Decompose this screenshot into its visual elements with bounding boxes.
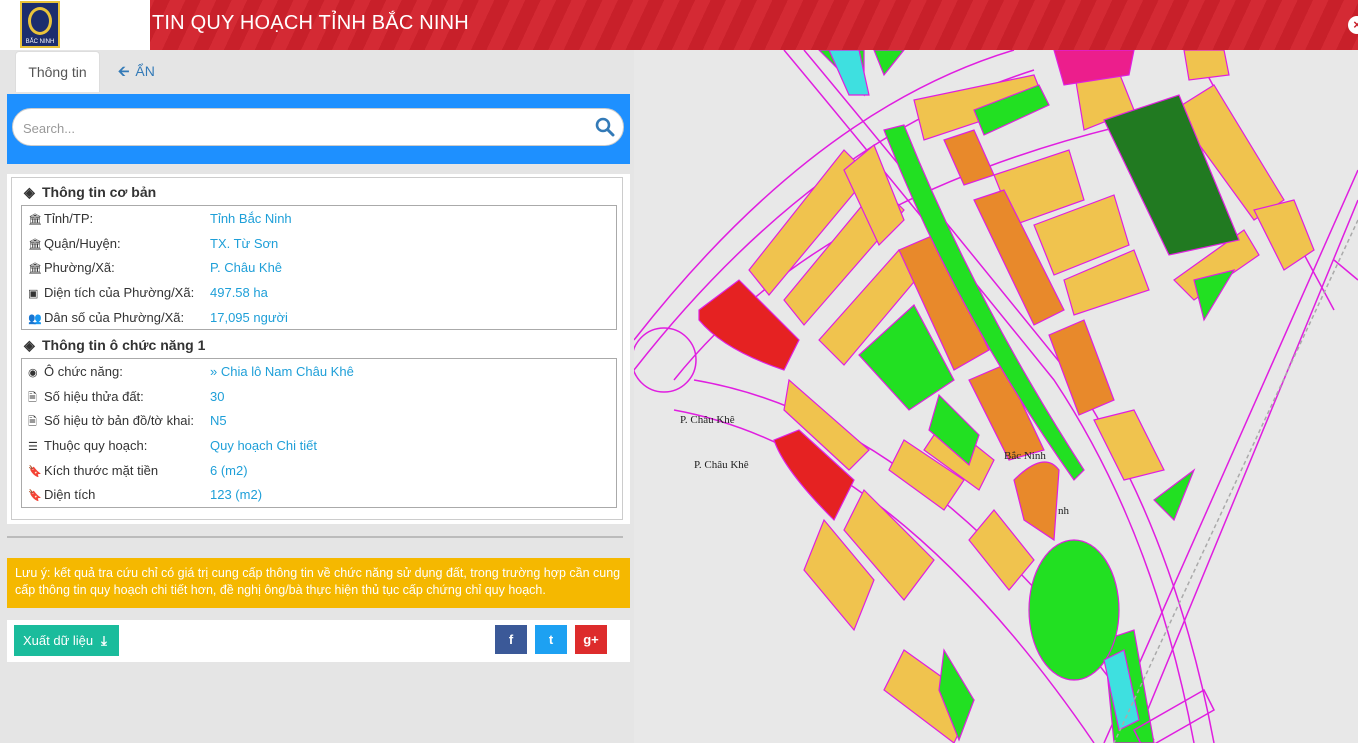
basic-info-key: Phường/Xã:: [44, 260, 115, 276]
plot-info-key: Thuộc quy hoạch:: [44, 438, 148, 454]
plot-info-row: 🔖 Kích thước mặt tiền 6 (m2): [22, 458, 616, 483]
plot-info-value[interactable]: » Chia lô Nam Châu Khê: [210, 364, 354, 379]
area-icon: ▣: [28, 288, 39, 301]
basic-info-title: ◈ Thông tin cơ bản: [24, 184, 157, 200]
basic-info-value[interactable]: TX. Từ Sơn: [210, 236, 278, 251]
google-plus-share-button[interactable]: g+: [575, 625, 607, 654]
plot-info-value[interactable]: 30: [210, 389, 224, 404]
basic-info-key: Diện tích của Phường/Xã:: [44, 285, 195, 301]
plot-info-value[interactable]: Quy hoạch Chi tiết: [210, 438, 317, 453]
facebook-share-button[interactable]: f: [495, 625, 527, 654]
plot-info-row: ◉ Ô chức năng: » Chia lô Nam Châu Khê: [22, 359, 616, 384]
search-box: [12, 108, 624, 146]
basic-info-row: 🏛 Phường/Xã: P. Châu Khê: [22, 255, 616, 280]
action-bar: Xuất dữ liệu ⤓ f t g+: [7, 620, 630, 662]
basic-info-key: Tỉnh/TP:: [44, 211, 94, 226]
basic-info-row: 👥 Dân số của Phường/Xã: 17,095 người: [22, 305, 616, 330]
disclaimer-note: Lưu ý: kết quả tra cứu chỉ có giá trị cu…: [7, 558, 630, 608]
basic-info-value[interactable]: P. Châu Khê: [210, 260, 282, 275]
bank-icon: 🏛: [28, 214, 42, 226]
tags-icon: ◈: [24, 337, 35, 353]
basic-info-table: 🏛 Tỉnh/TP: Tỉnh Bắc Ninh 🏛 Quận/Huyện: TX. Từ…: [21, 205, 617, 331]
users-icon: 👥: [28, 312, 42, 325]
bookmark-icon: 🔖: [28, 465, 42, 478]
planning-map[interactable]: P. Châu Khê P. Châu Khê Bắc Ninh nh: [634, 50, 1358, 743]
export-data-button[interactable]: Xuất dữ liệu ⤓: [14, 625, 119, 656]
tags-icon: ◈: [24, 184, 35, 200]
file-icon: 🗎: [28, 391, 37, 404]
plot-info-key: Số hiệu tờ bản đồ/tờ khai:: [44, 413, 195, 429]
basic-info-row: 🏛 Quận/Huyện: TX. Từ Sơn: [22, 231, 616, 256]
plot-info-row: 🗎 Số hiệu thửa đất: 30: [22, 384, 616, 409]
plot-info-key: Số hiệu thửa đất:: [44, 388, 144, 404]
list-icon: ☰: [28, 441, 38, 454]
logo-area: BẮC NINH: [0, 0, 150, 50]
twitter-share-button[interactable]: t: [535, 625, 567, 654]
boundary-line: [1113, 219, 1358, 743]
info-panel: Thông tin 🡨ẨN ◈Thông tin cơ bản 🏛Tỉnh/TP…: [0, 50, 634, 743]
bank-icon: 🏛: [28, 238, 42, 251]
plot-info-key: Ô chức năng:: [44, 364, 123, 379]
lots: [698, 50, 1315, 743]
plot-info-table: ◉ Ô chức năng: » Chia lô Nam Châu Khê 🗎 Số h…: [21, 358, 617, 509]
basic-info-value[interactable]: 497.58 ha: [210, 285, 268, 300]
basic-info-key: Dân số của Phường/Xã:: [44, 309, 185, 325]
globe-icon: ◉: [28, 367, 38, 379]
app-title: TIN QUY HOẠCH TỈNH BẮC NINH: [152, 12, 469, 34]
plot-info-row: 🔖 Diện tích 123 (m2): [22, 482, 616, 507]
basic-info-key: Quận/Huyện:: [44, 235, 121, 251]
arrow-left-icon: 🡨: [118, 63, 130, 79]
bac-ninh-logo[interactable]: BẮC NINH: [20, 1, 60, 48]
plot-info-key: Diện tích: [44, 487, 96, 503]
download-icon: ⤓: [101, 633, 107, 648]
map-canvas[interactable]: [634, 50, 1358, 743]
basic-info-row: 🏛 Tỉnh/TP: Tỉnh Bắc Ninh: [22, 206, 616, 231]
basic-info-value[interactable]: Tỉnh Bắc Ninh: [210, 211, 292, 226]
bookmark-icon: 🔖: [28, 490, 42, 503]
plot-info-key: Kích thước mặt tiền: [44, 462, 159, 478]
file-icon: 🗎: [28, 416, 37, 429]
logo-text: BẮC NINH: [25, 39, 55, 45]
bank-icon: 🏛: [28, 263, 42, 276]
plot-info-value[interactable]: N5: [210, 413, 227, 428]
plot-info-value[interactable]: 123 (m2): [210, 487, 262, 502]
info-card: ◈ Thông tin cơ bản 🏛 Tỉnh/TP: Tỉnh Bắc Ninh…: [7, 174, 630, 524]
plot-info-value[interactable]: 6 (m2): [210, 463, 248, 478]
map-label-chau-khe-2: P. Châu Khê: [694, 459, 749, 471]
plot-info-row: ☰ Thuộc quy hoạch: Quy hoạch Chi tiết: [22, 433, 616, 458]
basic-info-row: ▣ Diện tích của Phường/Xã: 497.58 ha: [22, 280, 616, 305]
map-label-bac-ninh: Bắc Ninh: [1004, 450, 1046, 462]
map-label-chau-khe-1: P. Châu Khê: [680, 414, 735, 426]
logo-emblem-icon: [28, 7, 52, 35]
search-bar: [7, 94, 630, 164]
search-icon[interactable]: [595, 117, 615, 137]
plot-info-title: ◈ Thông tin ô chức năng 1: [24, 337, 206, 353]
search-input[interactable]: [23, 117, 583, 139]
close-icon[interactable]: ×: [1348, 16, 1358, 34]
map-label-partial: nh: [1058, 505, 1069, 517]
plot-info-row: 🗎 Số hiệu tờ bản đồ/tờ khai: N5: [22, 408, 616, 433]
tab-info[interactable]: Thông tin: [15, 51, 100, 92]
hide-label: ẨN: [135, 63, 155, 79]
divider: [7, 536, 623, 538]
app-header: BẮC NINH TIN QUY HOẠCH TỈNH BẮC NINH ×: [0, 0, 1358, 50]
info-card-body: ◈ Thông tin cơ bản 🏛 Tỉnh/TP: Tỉnh Bắc Ninh…: [11, 177, 623, 520]
basic-info-value[interactable]: 17,095 người: [210, 310, 288, 325]
red-plot-1: [698, 279, 800, 371]
hide-panel-button[interactable]: 🡨 ẨN: [118, 61, 155, 85]
